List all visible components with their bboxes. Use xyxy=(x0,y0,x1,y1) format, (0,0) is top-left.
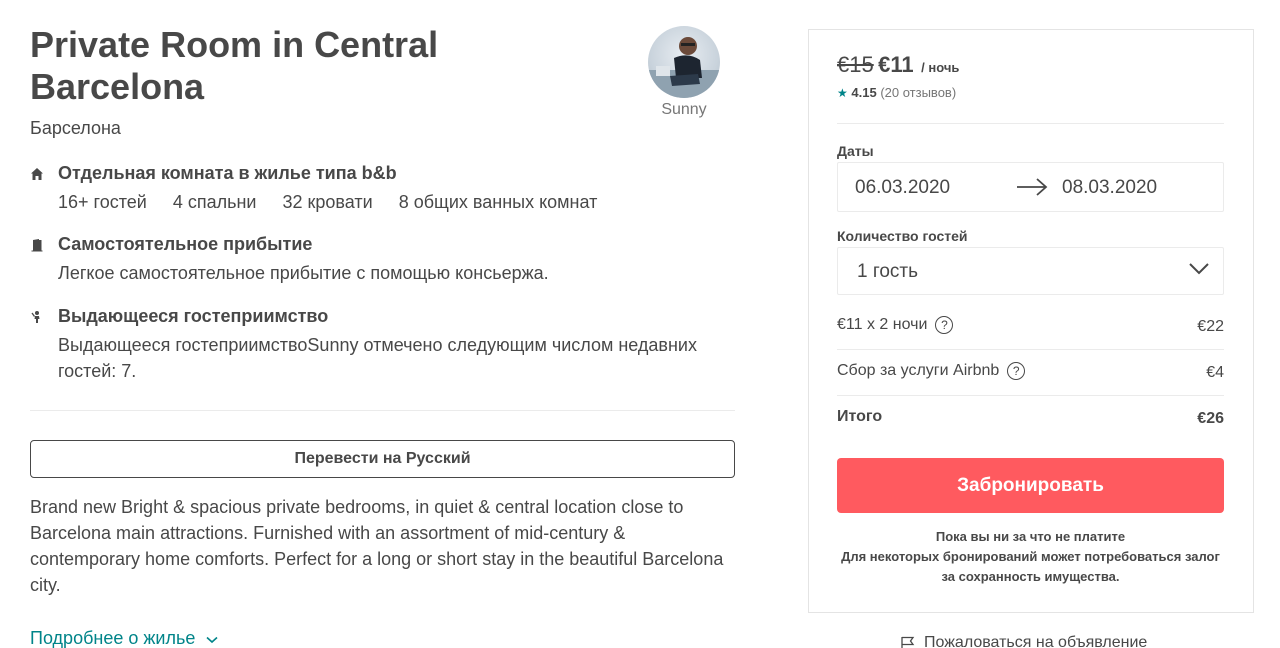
host-avatar[interactable] xyxy=(648,26,720,98)
stat-bedrooms: 4 спальни xyxy=(172,192,257,212)
help-icon[interactable]: ? xyxy=(1007,362,1026,380)
feature-heading: Выдающееся гостеприимство xyxy=(58,306,329,326)
stat-baths: 8 общих ванных комнат xyxy=(398,192,598,212)
chevron-down-icon[interactable] xyxy=(206,636,218,644)
translate-button[interactable]: Перевести на Русский xyxy=(30,440,735,478)
host-name[interactable]: Sunny xyxy=(648,101,720,119)
nights-line: €11 x 2 ночи ? €22 xyxy=(837,316,1224,362)
help-icon[interactable]: ? xyxy=(935,316,954,334)
date-picker[interactable]: 06.03.2020 08.03.2020 xyxy=(837,162,1224,212)
check-in-field[interactable]: 06.03.2020 xyxy=(855,177,950,199)
total-value: €26 xyxy=(1197,410,1224,427)
read-more-link[interactable]: Подробнее о жилье xyxy=(30,628,218,648)
star-icon: ★ xyxy=(837,86,848,100)
card-divider xyxy=(837,123,1224,124)
listing-city: Барселона xyxy=(30,118,121,138)
arrow-right-icon xyxy=(1017,178,1048,196)
guests-label: Количество гостей xyxy=(837,228,968,244)
read-more-label[interactable]: Подробнее о жилье xyxy=(30,628,195,648)
price-row: €15 €11 / ночь xyxy=(837,52,959,78)
line-divider xyxy=(837,395,1224,396)
feature-heading: Отдельная комната в жилье типа b&b xyxy=(58,163,397,183)
book-button[interactable]: Забронировать xyxy=(837,458,1224,513)
dates-label: Даты xyxy=(837,143,874,159)
service-fee-line: Сбор за услуги Airbnb ? €4 xyxy=(837,362,1224,408)
nights-label: €11 x 2 ночи xyxy=(837,316,928,333)
line-divider xyxy=(837,349,1224,350)
current-price: €11 xyxy=(878,52,914,77)
deposit-note: Для некоторых бронирований может потребо… xyxy=(841,549,1220,584)
guests-value[interactable]: 1 гость xyxy=(857,261,918,283)
host-icon xyxy=(31,311,40,323)
rating-summary[interactable]: ★ 4.15 (20 отзывов) xyxy=(837,85,956,100)
listing-description: Brand new Bright & spacious private bedr… xyxy=(30,497,724,595)
total-line: Итого €26 xyxy=(837,408,1224,454)
listing-title: Private Room in Central Barcelona xyxy=(30,24,439,107)
service-fee-label: Сбор за услуги Airbnb xyxy=(837,362,1000,379)
door-icon xyxy=(31,239,43,252)
feature-body: Выдающееся гостеприимствоSunny отмечено … xyxy=(58,335,697,381)
check-out-field[interactable]: 08.03.2020 xyxy=(1062,177,1157,199)
stat-guests: 16+ гостей xyxy=(58,192,147,212)
review-count[interactable]: (20 отзывов) xyxy=(880,85,956,100)
stat-beds: 32 кровати xyxy=(282,192,373,212)
nights-value: €22 xyxy=(1197,318,1224,335)
booking-card: €15 €11 / ночь ★ 4.15 (20 отзывов) Даты … xyxy=(808,29,1254,613)
rating-score: 4.15 xyxy=(851,85,877,100)
room-stats: 16+ гостей 4 спальни 32 кровати 8 общих ван… xyxy=(58,189,698,215)
feature-body: Легкое самостоятельное прибытие с помощь… xyxy=(58,263,549,283)
guests-select[interactable]: 1 гость xyxy=(837,247,1224,295)
section-divider xyxy=(30,410,735,411)
no-charge-note: Пока вы ни за что не платите xyxy=(935,529,1126,544)
host-profile[interactable]: Sunny xyxy=(648,26,720,119)
feature-heading: Самостоятельное прибытие xyxy=(58,234,313,254)
home-icon xyxy=(31,168,43,180)
report-label[interactable]: Пожаловаться на объявление xyxy=(924,634,1147,648)
chevron-down-icon[interactable] xyxy=(1189,262,1209,276)
report-listing-link[interactable]: Пожаловаться на объявление xyxy=(900,634,1147,648)
old-price: €15 xyxy=(837,52,874,77)
booking-note: Пока вы ни за что не платите Для некотор… xyxy=(837,527,1224,587)
total-label: Итого xyxy=(837,408,883,425)
flag-icon xyxy=(901,636,915,648)
service-fee-value: €4 xyxy=(1206,364,1224,381)
per-night-label: / ночь xyxy=(921,60,960,75)
avatar-photo-icon xyxy=(648,37,720,98)
